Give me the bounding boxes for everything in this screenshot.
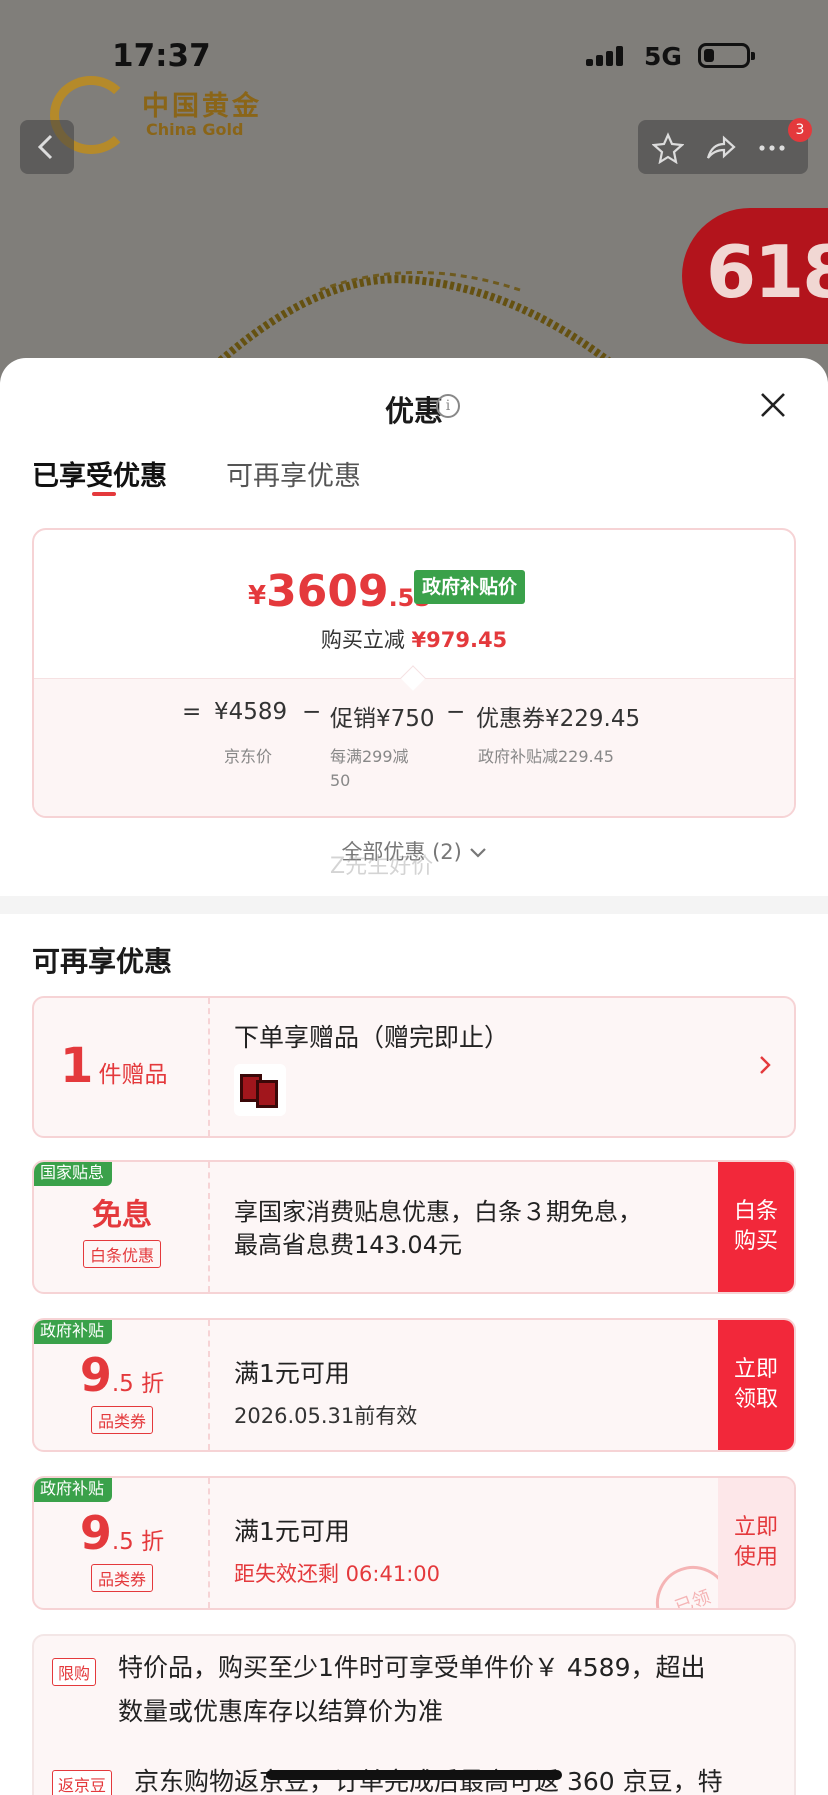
tab-enjoyed[interactable]: 已享受优惠: [32, 454, 167, 493]
discount-value: 9: [79, 1506, 112, 1560]
coupon-amount: 优惠券¥229.45: [476, 706, 641, 732]
promo-618-badge: 618: [682, 208, 828, 344]
discount-sheet: 优惠 i 已享受优惠 可再享优惠 ¥3609.55 政府补贴价 购买立减 ¥97…: [0, 358, 828, 1795]
coupon-condition: 满1元可用: [234, 1359, 350, 1388]
home-indicator[interactable]: [266, 1770, 562, 1780]
note-line: 数量或优惠库存以结算价为准: [118, 1697, 444, 1726]
discount-unit: .5 折: [111, 1529, 165, 1555]
signal-icon: [586, 44, 630, 66]
interest-free-label: 免息: [92, 1198, 152, 1233]
gift-count-block: 1 件赠品: [34, 998, 210, 1136]
gift-thumbnail: [234, 1064, 286, 1116]
price-breakdown-card: ¥3609.55 政府补贴价 购买立减 ¥979.45 = ¥4589 − 促销…: [32, 528, 796, 818]
coupon-card: 9.5 折 品类券 政府补贴 满1元可用 距失效还剩 06:41:00 已领 立…: [32, 1476, 796, 1610]
minus-sign: −: [302, 699, 322, 725]
baitiao-buy-button[interactable]: 白条购买: [718, 1162, 794, 1292]
coupon-card: 9.5 折 品类券 政府补贴 满1元可用 2026.05.31前有效 立即领取: [32, 1318, 796, 1452]
info-icon[interactable]: i: [436, 394, 460, 418]
currency-symbol: ¥: [248, 581, 267, 611]
tab-more-offers[interactable]: 可再享优惠: [226, 454, 361, 493]
equals-sign: =: [182, 699, 202, 725]
reduce-value: ¥979.45: [411, 628, 508, 652]
use-coupon-button[interactable]: 立即使用: [718, 1478, 794, 1608]
gift-unit: 件赠品: [98, 1062, 168, 1088]
jd-price-label: 京东价: [224, 747, 273, 766]
price-integer: 3609: [266, 566, 389, 617]
interest-free-card: 免息 白条优惠 国家贴息 享国家消费贴息优惠，白条３期免息， 最高省息费143.…: [32, 1160, 796, 1294]
more-icon[interactable]: [756, 132, 788, 164]
close-icon[interactable]: [758, 390, 788, 420]
coupon-note: 政府补贴减229.45: [478, 747, 614, 766]
limit-note: 特价品，购买至少1件时可享受单件价￥ 4589，超出 数量或优惠库存以结算价为准: [118, 1646, 788, 1734]
tab-indicator: [92, 492, 116, 496]
price-formula: = ¥4589 − 促销¥750 − 优惠券¥229.45 京东价 每满299减…: [34, 665, 794, 816]
gov-subsidy-tag: 政府补贴价: [414, 570, 526, 604]
notification-badge: 3: [788, 118, 812, 142]
reduce-line: 购买立减 ¥979.45: [34, 624, 794, 654]
category-coupon-tag: 品类券: [90, 1564, 153, 1592]
nav-actions: [638, 120, 808, 174]
section-title: 可再享优惠: [32, 945, 173, 978]
claim-coupon-button[interactable]: 立即领取: [718, 1320, 794, 1450]
discount-value: 9: [79, 1348, 112, 1402]
gift-title: 下单享赠品（赠完即止）: [234, 1023, 510, 1052]
baitiao-tag: 白条优惠: [82, 1240, 161, 1268]
minus-sign: −: [446, 699, 466, 725]
reduce-label: 购买立减: [320, 628, 405, 652]
network-type: 5G: [644, 42, 682, 71]
status-bar: 17:37 5G: [0, 0, 828, 100]
sheet-title: 优惠: [384, 394, 443, 428]
coupon-condition: 满1元可用: [234, 1517, 350, 1546]
interest-description: 享国家消费贴息优惠，白条３期免息， 最高省息费143.04元: [234, 1196, 642, 1262]
jd-price: ¥4589: [214, 699, 288, 725]
national-subsidy-tag: 国家贴息: [34, 1162, 113, 1186]
discount-unit: .5 折: [111, 1371, 165, 1397]
brand-name-en: China Gold: [146, 120, 244, 139]
back-icon: [37, 134, 53, 160]
gift-count: 1: [60, 1038, 94, 1094]
chevron-right-icon[interactable]: [758, 1054, 772, 1076]
promo-note-line: 每满299减: [330, 747, 409, 766]
gov-subsidy-corner-tag: 政府补贴: [34, 1320, 113, 1344]
chevron-down-icon: [469, 848, 486, 858]
status-time: 17:37: [112, 38, 211, 74]
jingdou-tag: 返京豆: [52, 1770, 113, 1795]
coupon-expiry: 2026.05.31前有效: [234, 1404, 418, 1428]
interest-line: 最高省息费143.04元: [234, 1231, 462, 1259]
back-button[interactable]: [20, 120, 74, 174]
interest-line: 享国家消费贴息优惠，白条３期免息，: [234, 1198, 642, 1226]
watermark: Z先生好价: [330, 854, 434, 879]
gift-offer-card[interactable]: 1 件赠品 下单享赠品（赠完即止）: [32, 996, 796, 1138]
section-divider: [0, 896, 828, 914]
promo-note-line: 50: [330, 771, 351, 790]
promo-amount: 促销¥750: [330, 706, 435, 732]
limit-tag: 限购: [52, 1658, 97, 1686]
battery-icon: [698, 43, 755, 68]
category-coupon-tag: 品类券: [90, 1406, 153, 1434]
share-icon[interactable]: [704, 132, 736, 164]
star-icon[interactable]: [652, 132, 684, 164]
final-price: ¥3609.55: [248, 566, 431, 617]
coupon-countdown: 距失效还剩 06:41:00: [234, 1562, 440, 1586]
gov-subsidy-corner-tag: 政府补贴: [34, 1478, 113, 1502]
note-line: 特价品，购买至少1件时可享受单件价￥ 4589，超出: [118, 1653, 706, 1682]
promo-note: 每满299减 50: [330, 745, 409, 793]
